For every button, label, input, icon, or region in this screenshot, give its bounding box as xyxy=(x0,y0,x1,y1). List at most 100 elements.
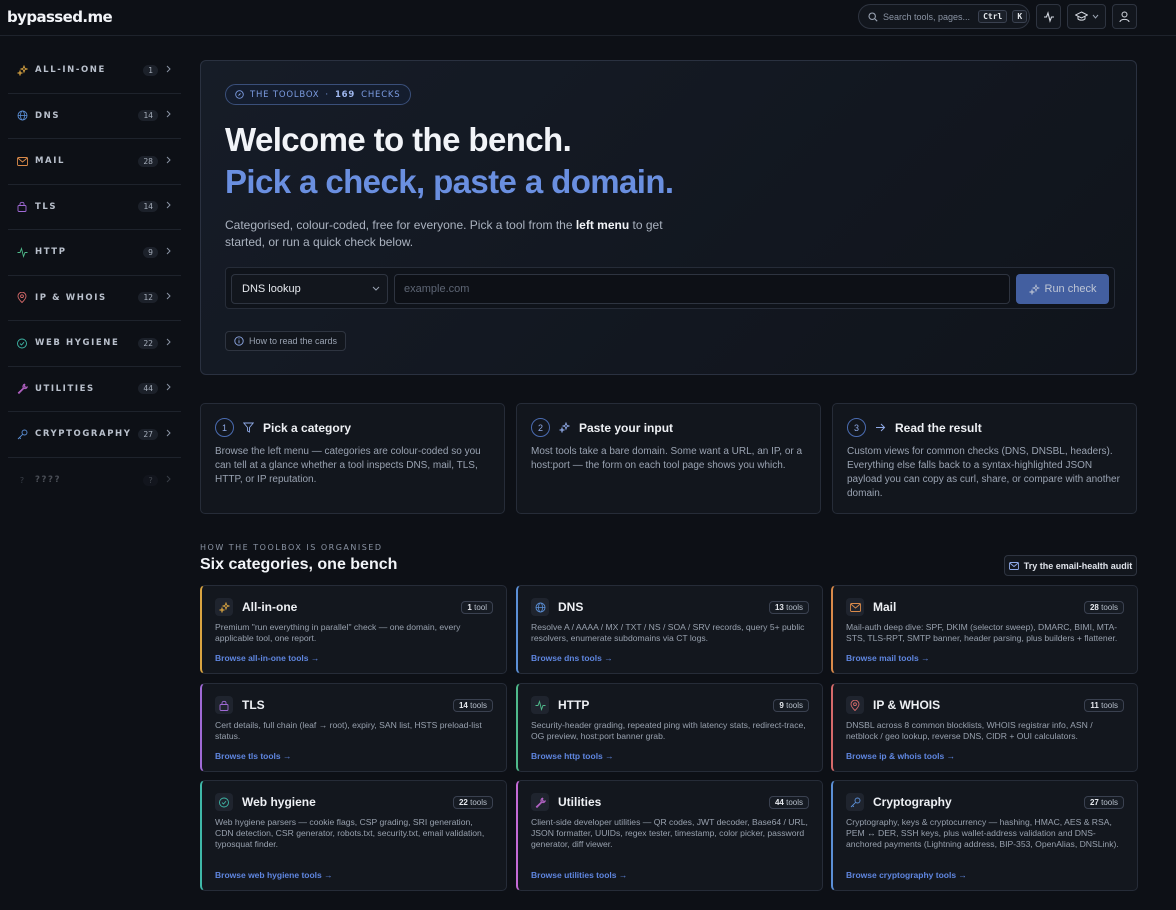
category-count-number: 9 xyxy=(779,700,784,710)
category-card-dns[interactable]: DNS 13 tools Resolve A / AAAA / MX / TXT… xyxy=(516,585,823,674)
sidebar-item-label: WEB HYGIENE xyxy=(35,338,120,349)
account-button[interactable] xyxy=(1112,4,1137,29)
badge-suffix: CHECKS xyxy=(361,89,401,100)
category-title: All-in-one xyxy=(242,600,298,614)
hero-subtitle: Pick a check, paste a domain. xyxy=(225,163,674,200)
browse-category-link[interactable]: Browse mail tools → xyxy=(846,653,930,663)
mail-icon xyxy=(846,598,864,616)
category-header: TLS 14 tools xyxy=(215,695,493,715)
hero-title: Welcome to the bench. xyxy=(225,121,572,158)
key-icon xyxy=(846,793,864,811)
category-tool-count: 22 tools xyxy=(452,795,493,809)
category-description: Mail-auth deep dive: SPF, DKIM (selector… xyxy=(846,622,1118,643)
step-card-2: 2 Paste your input Most tools take a bar… xyxy=(516,403,821,514)
category-card-cryptography[interactable]: Cryptography 27 tools Cryptography, keys… xyxy=(831,780,1138,891)
category-tool-count: 27 tools xyxy=(1083,795,1124,809)
run-check-label: Run check xyxy=(1044,283,1097,295)
sidebar-item-all-in-one[interactable]: ALL-IN-ONE 1 xyxy=(8,48,181,94)
category-title: Web hygiene xyxy=(242,795,316,809)
category-card-http[interactable]: HTTP 9 tools Security-header grading, re… xyxy=(516,683,823,772)
category-title: IP & WHOIS xyxy=(873,698,941,712)
how-to-read-cards-button[interactable]: How to read the cards xyxy=(225,331,347,351)
key-icon xyxy=(16,428,28,440)
domain-input[interactable] xyxy=(394,274,1010,304)
sidebar-item-count: ? xyxy=(143,474,158,486)
status-button[interactable] xyxy=(1036,4,1061,29)
sidebar-item-count: 28 xyxy=(138,155,158,167)
activity-icon xyxy=(16,246,28,258)
step-title: Paste your input xyxy=(579,420,674,435)
category-title: TLS xyxy=(242,698,265,712)
browse-category-link[interactable]: Browse http tools → xyxy=(531,751,614,761)
quick-check-form: DNS lookup Run check xyxy=(225,267,1115,309)
chevron-right-icon xyxy=(166,292,171,303)
sidebar-item-ip-whois[interactable]: IP & WHOIS 12 xyxy=(8,276,181,321)
chevron-right-icon xyxy=(166,65,171,76)
category-count-number: 28 xyxy=(1089,602,1099,612)
chevron-right-icon xyxy=(166,247,171,258)
browse-category-link[interactable]: Browse all-in-one tools → xyxy=(215,653,319,663)
search-icon xyxy=(868,11,878,22)
sidebar-item-label: CRYPTOGRAPHY xyxy=(35,429,132,440)
sidebar-item-cryptography[interactable]: CRYPTOGRAPHY 27 xyxy=(8,412,181,458)
shield-icon xyxy=(16,337,28,349)
chevron-right-icon xyxy=(166,338,171,349)
category-tool-count: 14 tools xyxy=(452,698,493,712)
run-check-button[interactable]: Run check xyxy=(1016,274,1109,304)
category-header: Cryptography 27 tools xyxy=(846,792,1124,812)
sidebar-item-http[interactable]: HTTP 9 xyxy=(8,230,181,276)
email-health-audit-button[interactable]: Try the email-health audit xyxy=(1004,555,1137,576)
category-header: DNS 13 tools xyxy=(531,597,809,617)
sidebar-item-label: IP & WHOIS xyxy=(35,292,107,303)
browse-category-link[interactable]: Browse utilities tools → xyxy=(531,870,627,880)
sidebar-item-count: 1 xyxy=(143,64,158,76)
shield-icon xyxy=(215,793,233,811)
category-card-utilities[interactable]: Utilities 44 tools Client-side developer… xyxy=(516,780,823,891)
category-count-number: 27 xyxy=(1089,797,1099,807)
sidebar-item-utilities[interactable]: UTILITIES 44 xyxy=(8,367,181,412)
sidebar-item-unknown[interactable]: ? ???? ? xyxy=(8,458,181,504)
browse-category-link[interactable]: Browse cryptography tools → xyxy=(846,870,967,880)
category-description: Resolve A / AAAA / MX / TXT / NS / SOA /… xyxy=(531,622,805,643)
category-count-word: tool xyxy=(474,602,487,612)
tool-select-value: DNS lookup xyxy=(242,283,301,295)
learn-menu-button[interactable] xyxy=(1067,4,1106,29)
category-card-all-in-one[interactable]: All-in-one 1 tool Premium "run everythin… xyxy=(200,585,507,674)
browse-category-link[interactable]: Browse ip & whois tools → xyxy=(846,751,955,761)
step-header: 2 Paste your input xyxy=(531,418,806,437)
browse-category-link[interactable]: Browse web hygiene tools → xyxy=(215,870,333,880)
chevron-right-icon xyxy=(166,110,171,121)
logo[interactable]: bypassed.me xyxy=(7,8,113,26)
sidebar-item-mail[interactable]: MAIL 28 xyxy=(8,139,181,185)
category-card-ip-whois[interactable]: IP & WHOIS 11 tools DNSBL across 8 commo… xyxy=(831,683,1138,772)
step-number: 2 xyxy=(531,418,550,437)
sidebar-item-web-hygiene[interactable]: WEB HYGIENE 22 xyxy=(8,321,181,367)
category-card-web-hygiene[interactable]: Web hygiene 22 tools Web hygiene parsers… xyxy=(200,780,507,891)
category-description: Security-header grading, repeated ping w… xyxy=(531,720,806,741)
hero-description: Categorised, colour-coded, free for ever… xyxy=(225,217,695,251)
tool-select[interactable]: DNS lookup xyxy=(231,274,388,304)
category-header: IP & WHOIS 11 tools xyxy=(846,695,1124,715)
category-header: HTTP 9 tools xyxy=(531,695,809,715)
category-title: DNS xyxy=(558,600,584,614)
category-tool-count: 1 tool xyxy=(461,600,493,614)
browse-category-link[interactable]: Browse dns tools → xyxy=(531,653,613,663)
category-description: Cert details, full chain (leaf → root), … xyxy=(215,720,482,741)
section-title: Six categories, one bench xyxy=(200,556,398,573)
info-icon xyxy=(234,336,244,346)
wrench-icon xyxy=(16,383,28,395)
category-count-word: tools xyxy=(470,700,487,710)
sidebar-item-label: DNS xyxy=(35,110,61,121)
map-pin-icon xyxy=(16,292,28,304)
badge-separator: · xyxy=(325,89,329,100)
lock-icon xyxy=(215,696,233,714)
category-card-tls[interactable]: TLS 14 tools Cert details, full chain (l… xyxy=(200,683,507,772)
sidebar-item-tls[interactable]: TLS 14 xyxy=(8,185,181,230)
search-box[interactable]: Search tools, pages... Ctrl K xyxy=(858,4,1030,29)
step-title: Read the result xyxy=(895,420,982,435)
shortcut-key-ctrl: Ctrl xyxy=(978,10,1008,23)
sidebar-item-dns[interactable]: DNS 14 xyxy=(8,94,181,139)
category-tool-count: 9 tools xyxy=(773,698,809,712)
browse-category-link[interactable]: Browse tls tools → xyxy=(215,751,292,761)
category-card-mail[interactable]: Mail 28 tools Mail-auth deep dive: SPF, … xyxy=(831,585,1138,674)
